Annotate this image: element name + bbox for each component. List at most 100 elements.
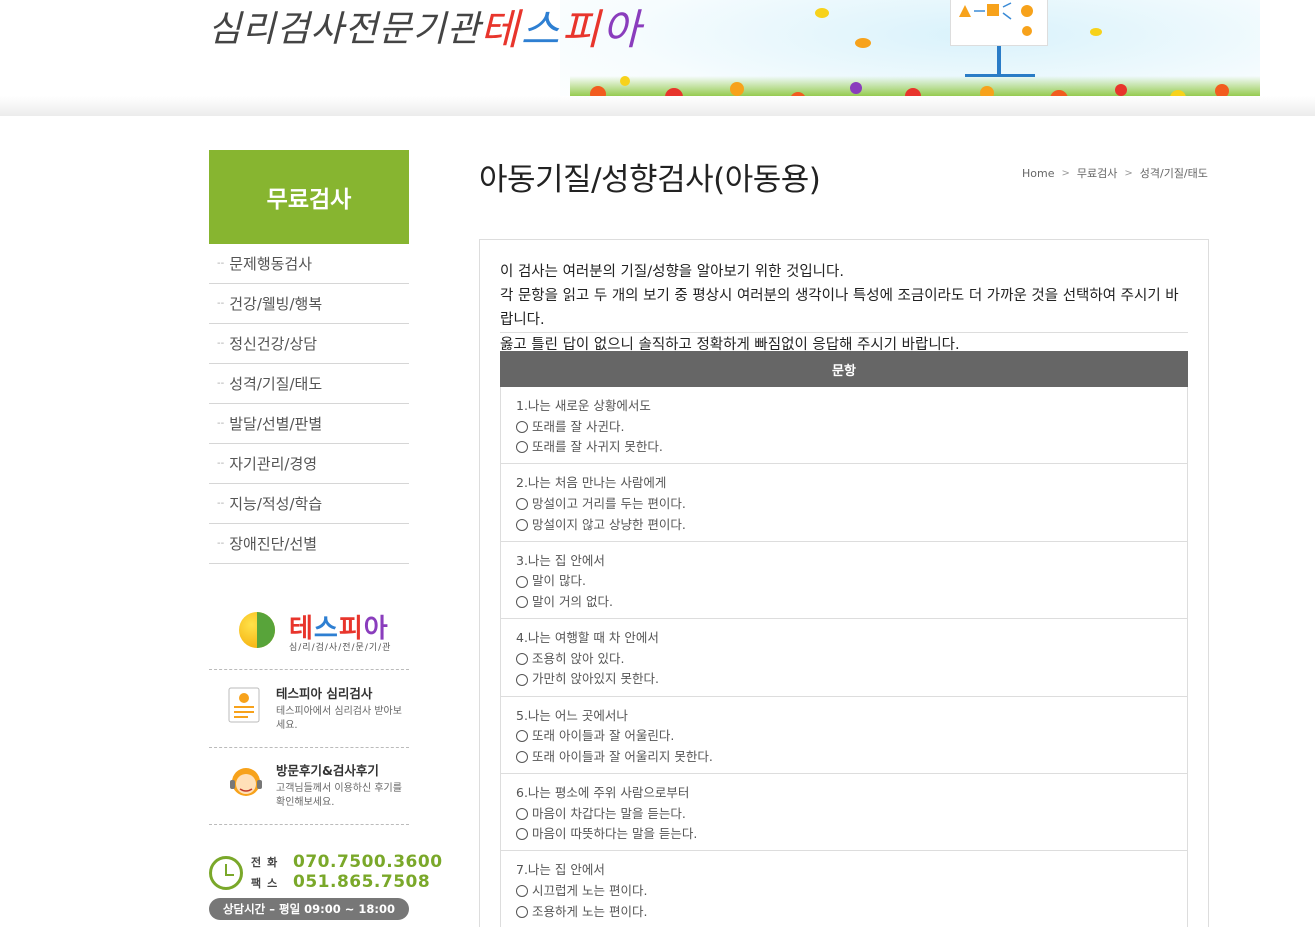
logo-brand[interactable]: 테스피아 — [480, 0, 643, 57]
option-label: 또래를 잘 사귀지 못한다. — [532, 439, 663, 455]
chevron-right-icon: > — [1124, 167, 1133, 179]
sidebar-item-label: 발달/선별/판별 — [229, 415, 323, 433]
sidebar-item-intelligence[interactable]: -- 지능/적성/학습 — [209, 484, 409, 524]
banner-description: 고객님들께서 이용하신 후기를 확인해보세요. — [276, 783, 402, 808]
option-label: 조용히 앉아 있다. — [532, 650, 625, 666]
question-list: 1.나는 새로운 상황에서도 또래를 잘 사귄다. 또래를 잘 사귀지 못한다.… — [500, 387, 1188, 927]
option-label: 또래 아이들과 잘 어울리지 못한다. — [532, 748, 713, 764]
answer-option[interactable]: 또래 아이들과 잘 어울리지 못한다. — [516, 747, 1172, 768]
sidebar-item-problem-behavior[interactable]: -- 문제행동검사 — [209, 244, 409, 284]
radio-button[interactable] — [516, 498, 528, 511]
dash-icon: -- — [217, 258, 225, 269]
question-text: 2.나는 처음 만나는 사람에게 — [516, 475, 667, 491]
sidebar-item-label: 문제행동검사 — [229, 255, 313, 273]
option-label: 마음이 차갑다는 말을 듣는다. — [532, 805, 686, 821]
question-item: 3.나는 집 안에서 말이 많다. 말이 거의 없다. — [500, 541, 1188, 620]
question-text: 1.나는 새로운 상황에서도 — [516, 398, 651, 413]
answer-option[interactable]: 말이 많다. — [516, 571, 1172, 592]
banner-description: 테스피아에서 심리검사 받아보세요. — [276, 706, 402, 731]
radio-button[interactable] — [516, 828, 528, 841]
radio-button[interactable] — [516, 730, 528, 743]
question-item: 7.나는 집 안에서 시끄럽게 노는 편이다. 조용하게 노는 편이다. — [500, 851, 1188, 927]
answer-option[interactable]: 조용하게 노는 편이다. — [516, 902, 1172, 923]
butterfly-illustration — [1090, 28, 1102, 36]
answer-option[interactable]: 또래 아이들과 잘 어울린다. — [516, 726, 1172, 747]
radio-button[interactable] — [516, 420, 528, 433]
option-label: 말이 거의 없다. — [532, 593, 613, 609]
dash-icon: -- — [217, 378, 225, 389]
answer-option[interactable]: 말이 거의 없다. — [516, 592, 1172, 613]
intro-line: 옳고 틀린 답이 없으니 솔직하고 정확하게 빠짐없이 응답해 주시기 바랍니다… — [500, 332, 1188, 352]
breadcrumb-home[interactable]: Home — [1022, 167, 1054, 180]
answer-option[interactable]: 또래를 잘 사귄다. — [516, 417, 1172, 438]
intro-line: 각 문항을 읽고 두 개의 보기 중 평상시 여러분의 생각이나 특성에 조금이… — [500, 288, 1179, 328]
flower-illustration — [620, 76, 630, 86]
option-label: 망설이고 거리를 두는 편이다. — [532, 495, 686, 511]
sidebar-item-personality[interactable]: -- 성격/기질/태도 — [209, 364, 409, 404]
answer-option[interactable]: 마음이 차갑다는 말을 듣는다. — [516, 804, 1172, 825]
dash-icon: -- — [217, 418, 225, 429]
sidebar-title: 무료검사 — [209, 150, 409, 244]
presentation-board-illustration — [950, 0, 1048, 46]
radio-button[interactable] — [516, 653, 528, 666]
answer-option[interactable]: 가만히 앉아있지 못한다. — [516, 669, 1172, 690]
question-item: 6.나는 평소에 주위 사람으로부터 마음이 차갑다는 말을 듣는다. 마음이 … — [500, 773, 1188, 852]
banner-title: 테스피아 심리검사 — [276, 686, 373, 701]
radio-button[interactable] — [516, 596, 528, 609]
answer-option[interactable]: 망설이지 않고 상냥한 편이다. — [516, 515, 1172, 536]
question-text: 7.나는 집 안에서 — [516, 862, 605, 878]
flower-illustration — [730, 82, 744, 96]
intro-line: 이 검사는 여러분의 기질/성향을 알아보기 위한 것입니다. — [500, 264, 844, 280]
radio-button[interactable] — [516, 807, 528, 820]
intro-text: 이 검사는 여러분의 기질/성향을 알아보기 위한 것입니다. 각 문항을 읽고… — [500, 260, 1190, 332]
sidebar-item-mental-health[interactable]: -- 정신건강/상담 — [209, 324, 409, 364]
dash-icon: -- — [217, 298, 225, 309]
consult-hours: 상담시간 – 평일 09:00 ~ 18:00 — [209, 898, 409, 920]
question-item: 5.나는 어느 곳에서나 또래 아이들과 잘 어울린다. 또래 아이들과 잘 어… — [500, 696, 1188, 774]
answer-option[interactable]: 망설이고 거리를 두는 편이다. — [516, 494, 1172, 515]
banner-title: 방문후기&검사후기 — [276, 763, 379, 778]
page-title: 아동기질/성향검사(아동용) — [479, 162, 821, 198]
sidebar-item-label: 정신건강/상담 — [229, 335, 318, 353]
sidebar-item-development[interactable]: -- 발달/선별/판별 — [209, 404, 409, 444]
logo-banner-subtitle: 심/리/검/사/전/문/기/관 — [289, 643, 392, 653]
chevron-right-icon: > — [1061, 167, 1070, 179]
breadcrumb-current[interactable]: 성격/기질/태도 — [1140, 165, 1208, 181]
radio-button[interactable] — [516, 518, 528, 531]
radio-button[interactable] — [516, 575, 528, 588]
sidebar-menu: -- 문제행동검사 -- 건강/웰빙/행복 -- 정신건강/상담 -- 성격/기질/태도… — [209, 244, 409, 564]
table-header: 문항 — [500, 351, 1188, 387]
option-label: 또래 아이들과 잘 어울린다. — [532, 728, 675, 744]
question-text: 4.나는 여행할 때 차 안에서 — [516, 630, 659, 646]
answer-option[interactable]: 시끄럽게 노는 편이다. — [516, 881, 1172, 902]
sidebar-item-self-management[interactable]: -- 자기관리/경영 — [209, 444, 409, 484]
logo-tagline[interactable]: 심리검사전문기관 — [208, 0, 481, 52]
breadcrumb-free-test[interactable]: 무료검사 — [1077, 165, 1117, 181]
radio-button[interactable] — [516, 673, 528, 686]
radio-button[interactable] — [516, 441, 528, 454]
question-text: 5.나는 어느 곳에서나 — [516, 707, 628, 723]
document-icon — [226, 685, 262, 725]
counselor-headset-icon — [226, 762, 262, 802]
sidebar-item-label: 성격/기질/태도 — [229, 375, 323, 393]
option-label: 또래를 잘 사귄다. — [532, 418, 625, 434]
review-banner[interactable]: 방문후기&검사후기 고객님들께서 이용하신 후기를 확인해보세요. — [209, 748, 409, 825]
dash-icon: -- — [217, 338, 225, 349]
sidebar-item-health[interactable]: -- 건강/웰빙/행복 — [209, 284, 409, 324]
radio-button[interactable] — [516, 751, 528, 764]
sidebar-item-disability[interactable]: -- 장애진단/선별 — [209, 524, 409, 564]
radio-button[interactable] — [516, 905, 528, 918]
answer-option[interactable]: 조용히 앉아 있다. — [516, 649, 1172, 670]
psych-test-banner[interactable]: 테스피아 심리검사 테스피아에서 심리검사 받아보세요. — [209, 671, 409, 748]
phone-number: 070.7500.3600 — [293, 852, 443, 872]
answer-option[interactable]: 마음이 따뜻하다는 말을 듣는다. — [516, 824, 1172, 845]
question-item: 1.나는 새로운 상황에서도 또래를 잘 사귄다. 또래를 잘 사귀지 못한다. — [500, 387, 1188, 465]
logo-brand-char: 피 — [561, 5, 602, 54]
question-text: 6.나는 평소에 주위 사람으로부터 — [516, 784, 690, 800]
question-item: 2.나는 처음 만나는 사람에게 망설이고 거리를 두는 편이다. 망설이지 않… — [500, 464, 1188, 542]
fax-label: 팩스 — [251, 877, 284, 890]
testpia-logo-banner[interactable]: 테스피아 심/리/검/사/전/문/기/관 — [209, 600, 409, 670]
flower-illustration — [1115, 84, 1127, 96]
radio-button[interactable] — [516, 885, 528, 898]
answer-option[interactable]: 또래를 잘 사귀지 못한다. — [516, 437, 1172, 458]
